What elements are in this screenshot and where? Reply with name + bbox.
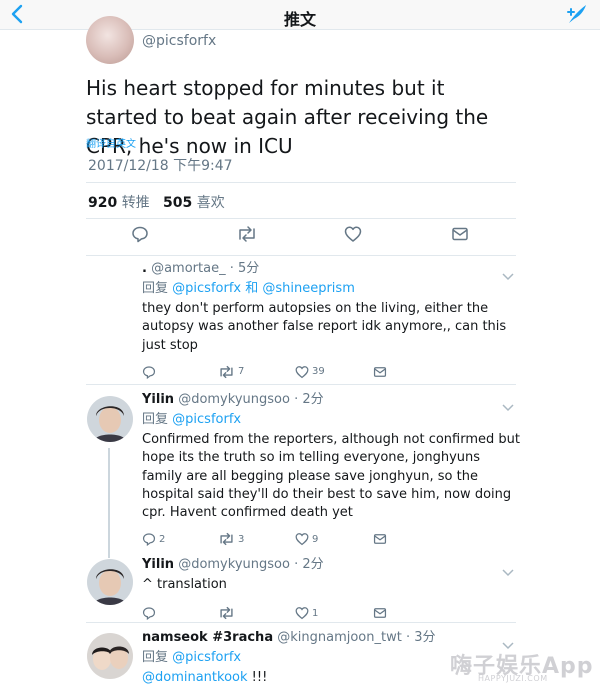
message-envelope-icon[interactable] [373, 363, 387, 381]
chevron-down-icon[interactable] [502, 562, 514, 577]
translate-link[interactable]: 翻译自英文 [86, 135, 136, 150]
reply-actions: 7 39 [142, 363, 522, 381]
tweet-handle[interactable]: @picsforfx [142, 33, 216, 49]
reply-prefix: 回复 [142, 412, 169, 427]
retweet-icon [220, 365, 233, 378]
reply-to-link[interactable]: @picsforfx 和 @shineeprism [172, 281, 355, 296]
tweet-timestamp: 2017/12/18 下午9:47 [88, 158, 233, 174]
message-envelope-icon[interactable] [451, 225, 469, 243]
divider [86, 622, 516, 623]
tweet-stats: 920 转推 505 喜欢 [88, 192, 225, 212]
user-handle[interactable]: @domykyungsoo [178, 392, 290, 407]
like-heart-icon [295, 607, 309, 620]
like-count: 9 [312, 533, 319, 545]
like-action[interactable]: 39 [295, 363, 325, 381]
retweet-icon [220, 533, 233, 546]
like-count: 39 [312, 366, 325, 378]
thread-line [108, 448, 110, 558]
retweet-action[interactable]: 7 [218, 363, 244, 381]
reply-text: ^ translation [142, 577, 227, 592]
reply-icon[interactable] [142, 363, 156, 381]
reply-text: Confirmed from the reporters, although n… [142, 432, 520, 521]
reply-icon[interactable] [142, 604, 156, 622]
reply-actions: 1 [142, 604, 522, 622]
retweet-action[interactable]: 3 [218, 530, 244, 548]
display-name[interactable]: Yilin [142, 392, 174, 407]
display-name[interactable]: . [142, 261, 147, 276]
reply-time: 3分 [414, 630, 436, 645]
reply-action[interactable]: 2 [142, 530, 165, 548]
reply-actions: 2 3 9 [142, 530, 522, 548]
reply-icon [142, 533, 156, 547]
reply-prefix: 回复 [142, 650, 169, 665]
avatar[interactable] [87, 633, 133, 679]
avatar[interactable] [86, 16, 134, 64]
reply-count: 2 [159, 533, 166, 545]
user-handle[interactable]: @amortae_ [151, 261, 226, 276]
user-handle[interactable]: @domykyungsoo [178, 557, 290, 572]
like-action[interactable]: 9 [295, 530, 318, 548]
avatar[interactable] [87, 396, 133, 442]
replying-to: 回复 @picsforfx [142, 411, 522, 429]
like-action[interactable]: 1 [295, 604, 318, 622]
main-tweet-actions [0, 225, 600, 245]
retweets-count[interactable]: 920 [88, 195, 117, 211]
reply-time: 2分 [302, 557, 324, 572]
chevron-down-icon[interactable] [502, 397, 514, 412]
reply-time: 2分 [302, 392, 324, 407]
divider [86, 182, 516, 183]
reply-text: they don't perform autopsies on the livi… [142, 301, 507, 353]
display-name[interactable]: namseok #3racha [142, 630, 273, 645]
message-envelope-icon[interactable] [373, 604, 387, 622]
display-name[interactable]: Yilin [142, 557, 174, 572]
chevron-down-icon[interactable] [502, 266, 514, 281]
divider [86, 384, 516, 385]
compose-feather-icon[interactable] [566, 3, 588, 25]
like-heart-icon [295, 533, 309, 546]
avatar[interactable] [87, 559, 133, 605]
reply-header: Yilin @domykyungsoo · 2分 [142, 557, 324, 572]
reply-icon[interactable] [131, 225, 149, 243]
chevron-down-icon[interactable] [502, 635, 514, 650]
watermark-sub: HAPPYJUZI.COM [478, 674, 548, 683]
user-handle[interactable]: @kingnamjoon_twt [277, 630, 402, 645]
replying-to: 回复 @picsforfx 和 @shineeprism [142, 280, 522, 298]
divider [86, 255, 516, 256]
like-heart-icon [295, 366, 309, 379]
retweet-count: 7 [238, 366, 245, 378]
retweet-count: 3 [238, 533, 245, 545]
retweet-icon[interactable] [236, 225, 258, 243]
like-count: 1 [312, 607, 319, 619]
message-envelope-icon[interactable] [373, 530, 387, 548]
reply-prefix: 回复 [142, 281, 169, 296]
divider [86, 218, 516, 219]
retweets-label[interactable]: 转推 [122, 195, 150, 211]
reply-header: namseok #3racha @kingnamjoon_twt · 3分 [142, 630, 436, 645]
tweet-text: His heart stopped for minutes but it sta… [86, 76, 489, 158]
likes-count[interactable]: 505 [163, 195, 192, 211]
reply-text-rest: !!! [251, 670, 268, 685]
reply-time: 5分 [238, 261, 260, 276]
reply-header: Yilin @domykyungsoo · 2分 [142, 392, 324, 407]
retweet-icon[interactable] [218, 604, 235, 622]
mention-link[interactable]: @dominantkook [142, 670, 248, 685]
reply-header: . @amortae_ · 5分 [142, 261, 260, 276]
reply-to-link[interactable]: @picsforfx [172, 650, 241, 665]
reply-to-link[interactable]: @picsforfx [172, 412, 241, 427]
like-heart-icon[interactable] [344, 225, 362, 243]
likes-label[interactable]: 喜欢 [197, 195, 225, 211]
